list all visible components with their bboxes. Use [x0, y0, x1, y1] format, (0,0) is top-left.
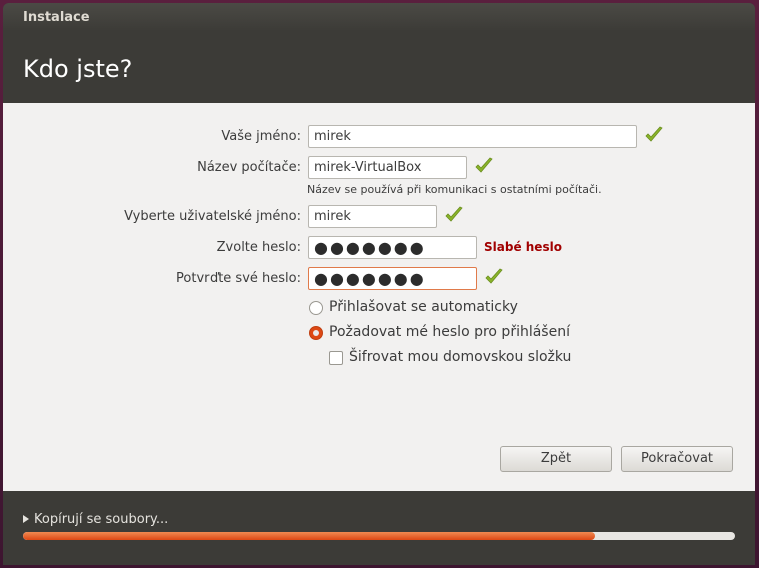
your-name-label: Vaše jméno:	[221, 129, 301, 144]
form-area: Vaše jméno: mirek Název počítače: mirek-…	[3, 103, 755, 491]
triangle-right-icon	[23, 515, 29, 523]
check-icon	[475, 157, 493, 173]
progress-status: Kopírují se soubory...	[34, 512, 169, 527]
password-strength-label: Slabé heslo	[484, 240, 562, 254]
progress-expander[interactable]: Kopírují se soubory...	[23, 512, 168, 527]
password-input[interactable]: ●●●●●●●	[308, 236, 477, 259]
check-icon	[485, 268, 503, 284]
page-title: Kdo jste?	[23, 55, 133, 83]
your-name-label-row: Vaše jméno:	[3, 125, 301, 149]
your-name-input[interactable]: mirek	[308, 125, 637, 148]
computer-name-label-row: Název počítače:	[3, 156, 301, 180]
require-password-label[interactable]: Požadovat mé heslo pro přihlášení	[329, 324, 570, 340]
encrypt-home-label[interactable]: Šifrovat mou domovskou složku	[349, 349, 571, 365]
auto-login-label[interactable]: Přihlašovat se automaticky	[329, 299, 518, 315]
continue-button[interactable]: Pokračovat	[621, 446, 733, 472]
username-input[interactable]: mirek	[308, 205, 437, 228]
progress-bar	[23, 532, 735, 540]
window-title: Instalace	[23, 10, 90, 25]
installer-window: Instalace Kdo jste? Vaše jméno: mirek Ná…	[3, 3, 755, 565]
progress-fill	[23, 532, 596, 540]
check-icon	[445, 206, 463, 222]
titlebar[interactable]: Instalace	[3, 3, 755, 31]
computer-name-hint: Název se používá při komunikaci s ostatn…	[307, 183, 602, 196]
encrypt-home-checkbox[interactable]	[329, 351, 343, 365]
back-button[interactable]: Zpět	[500, 446, 612, 472]
password-label-row: Zvolte heslo:	[3, 236, 301, 260]
computer-name-label: Název počítače:	[197, 160, 301, 175]
computer-name-input[interactable]: mirek-VirtualBox	[308, 156, 467, 179]
require-password-radio[interactable]	[309, 326, 323, 340]
confirm-password-label: Potvrďte své heslo:	[176, 271, 301, 286]
username-label: Vyberte uživatelské jméno:	[124, 209, 301, 224]
footer: Kopírují se soubory...	[3, 491, 755, 565]
page-header: Kdo jste?	[3, 31, 755, 103]
confirm-password-label-row: Potvrďte své heslo:	[3, 267, 301, 291]
confirm-password-input[interactable]: ●●●●●●●	[308, 267, 477, 290]
check-icon	[645, 126, 663, 142]
username-label-row: Vyberte uživatelské jméno:	[3, 205, 301, 229]
password-label: Zvolte heslo:	[216, 240, 301, 255]
auto-login-radio[interactable]	[309, 301, 323, 315]
